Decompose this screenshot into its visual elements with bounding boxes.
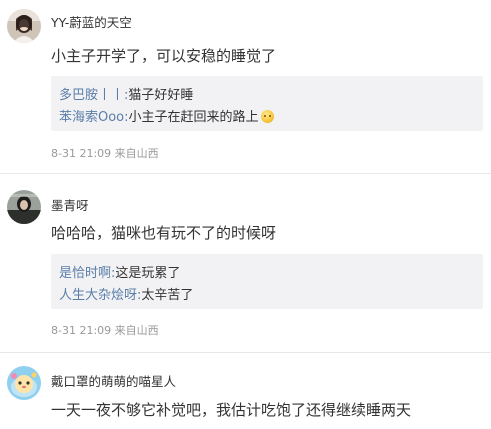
comment-username[interactable]: 墨青呀 bbox=[51, 195, 89, 214]
comment-username[interactable]: YY-蔚蓝的天空 bbox=[51, 12, 132, 31]
reply-text: 这是玩累了 bbox=[115, 266, 181, 281]
comment-text: 一天一夜不够它补觉吧，我估计吃饱了还得继续睡两天 bbox=[51, 401, 412, 419]
reply-text: 太辛苦了 bbox=[141, 288, 194, 303]
avatar-image bbox=[7, 9, 41, 43]
comment-source: 来自山西 bbox=[114, 324, 159, 337]
avatar[interactable] bbox=[7, 190, 41, 224]
avatar[interactable] bbox=[7, 9, 41, 43]
reply-item: 多巴胺丨丨:猫子好好睡 bbox=[59, 84, 193, 103]
comment-time: 8-31 21:09 bbox=[51, 147, 112, 160]
comment-source: 来自山西 bbox=[114, 147, 159, 160]
comment-item: 墨青呀 哈哈哈，猫咪也有玩不了的时候呀 是恰时啊:这是玩累了 人生大杂烩呀:太辛… bbox=[0, 178, 491, 343]
comment-item: 戴口罩的萌萌的喵星人 一天一夜不够它补觉吧，我估计吃饱了还得继续睡两天 bbox=[0, 356, 491, 429]
reply-item: 苯海索Ooo:小主子在赶回来的路上 bbox=[59, 106, 274, 125]
reply-username[interactable]: 是恰时啊 bbox=[59, 266, 111, 281]
reply-username[interactable]: 多巴胺丨丨 bbox=[59, 88, 124, 103]
reply-box: 是恰时啊:这是玩累了 人生大杂烩呀:太辛苦了 bbox=[51, 254, 483, 309]
divider bbox=[0, 173, 491, 174]
divider bbox=[0, 352, 491, 353]
comment-text: 哈哈哈，猫咪也有玩不了的时候呀 bbox=[51, 224, 277, 242]
reply-item: 是恰时啊:这是玩累了 bbox=[59, 262, 180, 281]
comment-time: 8-31 21:09 bbox=[51, 324, 112, 337]
reply-username[interactable]: 人生大杂烩呀 bbox=[59, 288, 137, 303]
avatar-image bbox=[7, 190, 41, 224]
reply-text: 小主子在赶回来的路上 bbox=[128, 110, 259, 125]
reply-text: 猫子好好睡 bbox=[128, 88, 194, 103]
avatar[interactable] bbox=[7, 366, 41, 400]
smile-emoji-icon bbox=[260, 110, 274, 123]
comment-text: 小主子开学了，可以安稳的睡觉了 bbox=[51, 47, 277, 65]
comment-item: YY-蔚蓝的天空 小主子开学了，可以安稳的睡觉了 多巴胺丨丨:猫子好好睡 苯海索… bbox=[0, 0, 491, 166]
avatar-image bbox=[7, 366, 41, 400]
reply-username[interactable]: 苯海索Ooo bbox=[59, 110, 124, 125]
comment-meta: 8-31 21:09 来自山西 bbox=[51, 145, 159, 161]
reply-item: 人生大杂烩呀:太辛苦了 bbox=[59, 284, 193, 303]
comment-username[interactable]: 戴口罩的萌萌的喵星人 bbox=[51, 371, 176, 390]
reply-box: 多巴胺丨丨:猫子好好睡 苯海索Ooo:小主子在赶回来的路上 bbox=[51, 76, 483, 131]
comment-meta: 8-31 21:09 来自山西 bbox=[51, 322, 159, 338]
